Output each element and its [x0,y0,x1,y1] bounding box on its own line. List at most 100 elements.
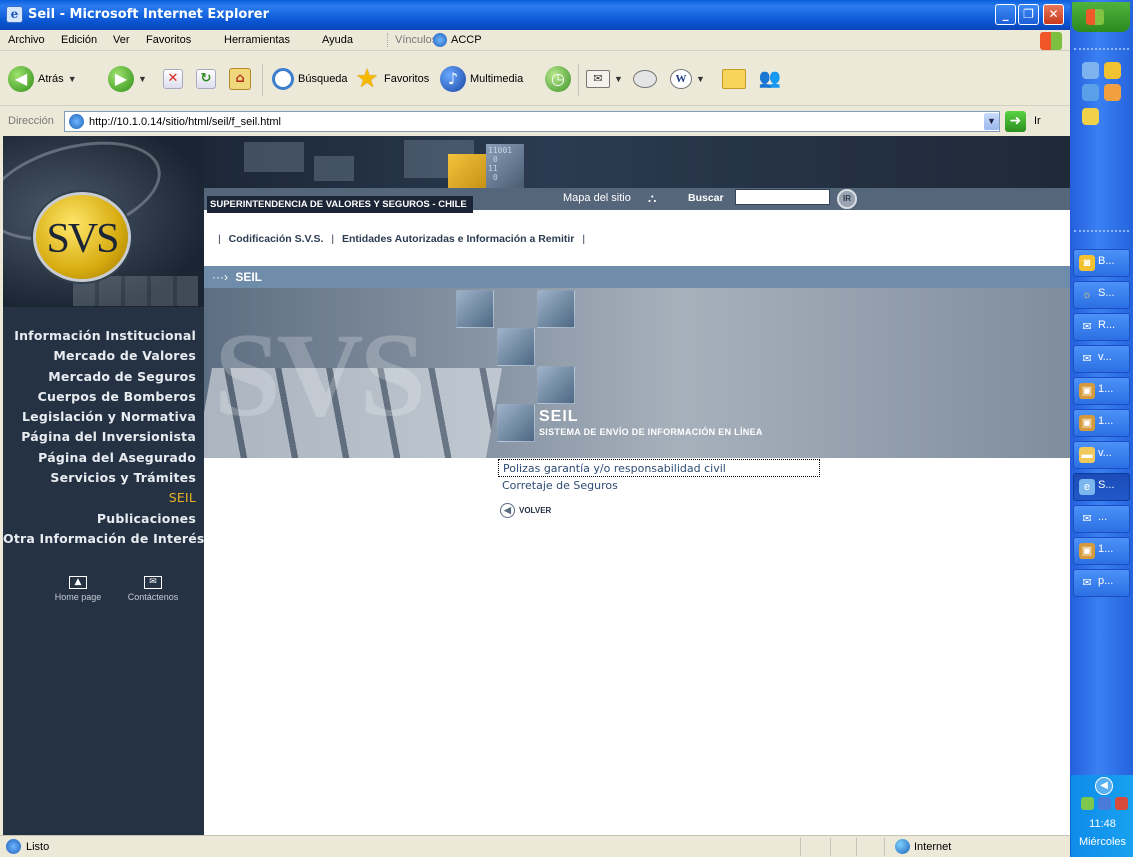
links-separator [387,33,388,47]
svs-logo[interactable]: SVS [33,192,131,282]
network-icon[interactable] [1098,797,1111,810]
go-label[interactable]: Ir [1034,115,1041,127]
ie-icon: e [1079,479,1095,495]
link-polizas-garantia[interactable]: Polizas garantía y/o responsabilidad civ… [498,459,820,477]
forward-button[interactable]: ▶ ▼ [108,65,147,93]
nav-mercado-seguros[interactable]: Mercado de Seguros [3,367,196,387]
status-bar: Listo Internet [0,835,1070,857]
task-button[interactable]: ◙ B... [1073,249,1130,277]
task-button[interactable]: ▣ 1... [1073,409,1130,437]
link-codificacion[interactable]: Codificación S.V.S. [229,233,324,245]
decorative-tile [314,156,354,181]
nav-inversionista[interactable]: Página del Inversionista [3,427,196,447]
go-button[interactable]: ➜ [1005,111,1026,132]
home-button[interactable]: ⌂ [229,65,251,93]
antivirus-icon[interactable] [1115,797,1128,810]
favorites-button[interactable]: ★ Favoritos [354,65,429,93]
nav-cuerpos-bomberos[interactable]: Cuerpos de Bomberos [3,387,196,407]
task-button[interactable]: ▣ 1... [1073,537,1130,565]
mail-icon: ✉ [1082,513,1092,525]
back-button[interactable]: ◀ Atrás ▼ [8,65,77,93]
nav-mercado-valores[interactable]: Mercado de Valores [3,346,196,366]
menu-archivo[interactable]: Archivo [8,34,45,46]
task-button[interactable]: ✉ R... [1073,313,1130,341]
task-button[interactable]: ▬ v... [1073,441,1130,469]
network-icon: ▣ [1079,543,1095,559]
task-button[interactable]: ▣ 1... [1073,377,1130,405]
app-quicklaunch-icon[interactable] [1104,62,1121,79]
media-button[interactable]: ♪ Multimedia [440,65,523,93]
folder-quicklaunch-icon[interactable] [1082,108,1099,125]
task-button[interactable]: ☼ S... [1073,281,1130,309]
decorative-cube [456,290,494,328]
chevron-left-icon[interactable]: ◀ [1095,777,1113,795]
site-search-input[interactable] [735,189,830,205]
clock[interactable]: 11:48 [1071,818,1133,830]
link-accp[interactable]: ACCP [451,34,482,46]
media-icon: ♪ [440,66,466,92]
task-button-active[interactable]: e S... [1073,473,1130,501]
media-quicklaunch-icon[interactable] [1104,84,1121,101]
status-divider [830,838,831,856]
home-icon: ▲ [69,576,87,589]
browser-window: e Seil - Microsoft Internet Explorer _ ❐… [0,0,1070,857]
task-label: B... [1098,255,1115,267]
stop-button[interactable]: ✕ [163,65,183,93]
links-label[interactable]: Vínculos [395,34,437,46]
contact-button[interactable]: ✉ Contáctenos [125,569,181,602]
taskbar-grip[interactable] [1074,48,1129,50]
edit-button[interactable]: W ▼ [670,65,705,93]
nav-publicaciones[interactable]: Publicaciones [3,509,196,529]
nav-informacion-institucional[interactable]: Información Institucional [3,326,196,346]
status-divider [800,838,801,856]
menu-ver[interactable]: Ver [113,34,130,46]
chevron-down-icon[interactable]: ▼ [68,74,77,84]
site-map-link[interactable]: Mapa del sitio [563,192,631,204]
nav-seil[interactable]: SEIL [3,488,196,508]
search-go-button[interactable]: IR [837,189,857,209]
address-input[interactable]: http://10.1.0.14/sitio/html/seil/f_seil.… [64,111,1000,132]
messenger-icon: 👥 [758,68,782,89]
minimize-button[interactable]: _ [995,4,1016,25]
maximize-button[interactable]: ❐ [1018,4,1039,25]
search-button[interactable]: Búsqueda [272,65,348,93]
ie-quicklaunch-icon[interactable] [1082,62,1099,79]
task-button[interactable]: ✉... [1073,505,1130,533]
mail-button[interactable]: ✉ ▼ [586,65,623,93]
link-corretaje-seguros[interactable]: Corretaje de Seguros [498,477,820,495]
outlook-quicklaunch-icon[interactable] [1082,84,1099,101]
task-button[interactable]: ✉ p... [1073,569,1130,597]
close-button[interactable]: ✕ [1043,4,1064,25]
nav-otra-informacion[interactable]: Otra Información de Interés [3,529,204,549]
nav-asegurado[interactable]: Página del Asegurado [3,448,196,468]
start-button[interactable] [1072,2,1130,32]
back-link[interactable]: ◀ VOLVER [500,503,551,518]
logo-text: SVS [46,216,119,262]
search-icon [272,68,294,90]
sitemap-icon[interactable]: ⛬ [648,191,656,206]
address-dropdown-button[interactable]: ▼ [984,113,999,130]
messenger-button[interactable]: 👥 [758,65,782,93]
chevron-down-icon[interactable]: ▼ [696,74,705,84]
task-button[interactable]: ✉ v... [1073,345,1130,373]
status-text: Listo [26,841,50,853]
menu-edicion[interactable]: Edición [61,34,97,46]
notes-button[interactable] [722,65,746,93]
link-entidades-autorizadas[interactable]: Entidades Autorizadas e Información a Re… [342,233,574,245]
nav-servicios[interactable]: Servicios y Trámites [3,468,196,488]
menu-ayuda[interactable]: Ayuda [322,34,353,46]
chevron-down-icon[interactable]: ▼ [138,74,147,84]
tray-app-icon[interactable] [1081,797,1094,810]
menu-favoritos[interactable]: Favoritos [146,34,191,46]
menu-herramientas[interactable]: Herramientas [224,34,290,46]
refresh-button[interactable]: ↻ [196,65,216,93]
title-bar[interactable]: e Seil - Microsoft Internet Explorer _ ❐… [0,0,1070,30]
taskbar-grip[interactable] [1074,230,1129,232]
history-button[interactable]: ◷ [545,65,571,93]
nav-legislacion[interactable]: Legislación y Normativa [3,407,196,427]
task-label: 1... [1098,543,1114,555]
home-page-button[interactable]: ▲ Home page [55,569,101,602]
chevron-down-icon[interactable]: ▼ [614,74,623,84]
print-button[interactable] [633,65,657,93]
address-url: http://10.1.0.14/sitio/html/seil/f_seil.… [89,116,281,128]
